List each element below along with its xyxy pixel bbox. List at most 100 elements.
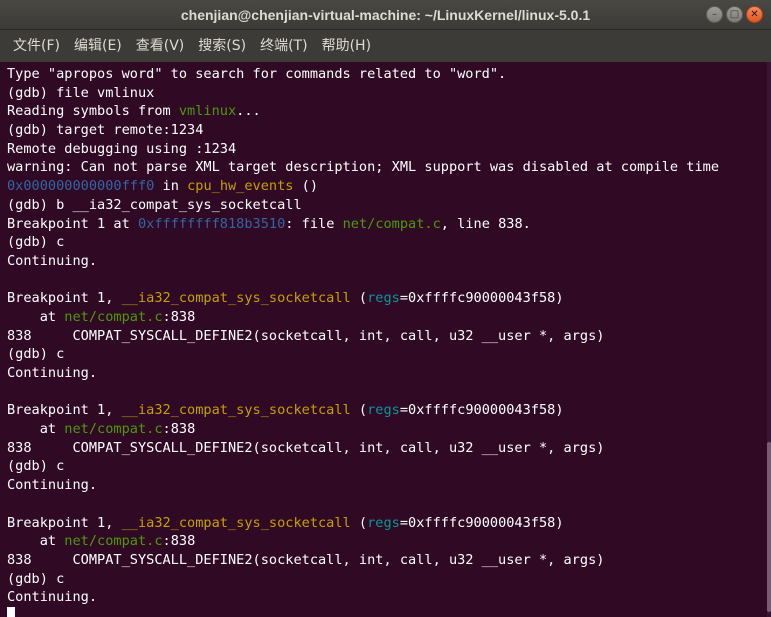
terminal-text-segment: ( [350,290,368,307]
terminal-text-segment: (gdb) b __ia32_compat_sys_socketcall [7,196,302,213]
terminal-text-segment: Remote debugging using :1234 [7,140,237,157]
terminal-line: Breakpoint 1, __ia32_compat_sys_socketca… [7,514,719,533]
terminal-text-segment: ( [350,514,368,531]
prompt-line[interactable] [7,606,719,617]
menu-edit[interactable]: 编辑(E) [67,30,129,62]
menu-bar: 文件(F) 编辑(E) 查看(V) 搜索(S) 终端(T) 帮助(H) [0,30,771,62]
terminal-text-segment: 838 COMPAT_SYSCALL_DEFINE2(socketcall, i… [7,327,605,344]
terminal-line: at net/compat.c:838 [7,308,719,327]
terminal-text-segment: at [7,421,65,438]
terminal-line: 0x000000000000fff0 in cpu_hw_events () [7,177,719,196]
terminal-text-segment: cpu_hw_events [187,178,294,195]
terminal-line: Breakpoint 1, __ia32_compat_sys_socketca… [7,289,719,308]
terminal-text-segment: __ia32_compat_sys_socketcall [121,290,351,307]
terminal-text-segment: Breakpoint 1, [7,290,122,307]
terminal-text-segment: regs [367,402,400,419]
terminal-lines: Type "apropos word" to search for comman… [7,65,719,617]
terminal-text-segment: : file [285,215,343,232]
terminal-line: 838 COMPAT_SYSCALL_DEFINE2(socketcall, i… [7,439,719,458]
terminal-line: at net/compat.c:838 [7,532,719,551]
terminal-line: Continuing. [7,252,719,271]
terminal-text-segment: regs [367,290,400,307]
terminal-line: (gdb) file vmlinux [7,84,719,103]
terminal-line: (gdb) target remote:1234 [7,121,719,140]
terminal-text-segment: at [7,533,65,550]
terminal-text-segment: =0xffffc90000043f58) [399,514,564,531]
menu-help[interactable]: 帮助(H) [315,30,378,62]
maximize-button[interactable]: □ [726,6,743,23]
close-button[interactable]: ✕ [746,6,763,23]
scrollbar-thumb[interactable] [767,442,771,612]
terminal-line: (gdb) c [7,570,719,589]
menu-terminal[interactable]: 终端(T) [253,30,314,62]
terminal-text-segment: Breakpoint 1 at [7,215,138,232]
minimize-button[interactable]: – [706,6,723,23]
window-controls: – □ ✕ [706,6,763,24]
terminal-text-segment: () [293,178,319,195]
terminal-text-segment: Breakpoint 1, [7,514,122,531]
terminal-text-segment: (gdb) target remote:1234 [7,122,204,139]
terminal-line: (gdb) c [7,345,719,364]
terminal-text-segment: 0xffffffff818b3510 [137,215,286,232]
terminal-text-segment: __ia32_compat_sys_socketcall [121,514,351,531]
terminal-text-segment: Continuing. [7,589,98,606]
terminal-text-segment: net/compat.c [64,533,163,550]
terminal-line: at net/compat.c:838 [7,420,719,439]
terminal-line: 838 COMPAT_SYSCALL_DEFINE2(socketcall, i… [7,327,719,346]
terminal-line: (gdb) c [7,233,719,252]
terminal-text-segment: Breakpoint 1, [7,402,122,419]
menu-search[interactable]: 搜索(S) [191,30,253,62]
terminal-text-segment: Type "apropos word" to search for comman… [7,66,507,82]
terminal-line: Reading symbols from vmlinux... [7,102,719,121]
terminal-text-segment: Reading symbols from [7,103,179,120]
terminal-text-segment: , line 838. [440,215,531,232]
terminal-text-segment: :838 [162,421,196,438]
terminal-text-segment: regs [367,514,400,531]
terminal-line: Continuing. [7,364,719,383]
terminal-line: (gdb) c [7,457,719,476]
terminal-text-segment: :838 [162,533,196,550]
scrollbar[interactable] [767,62,771,617]
terminal-text-segment: (gdb) c [7,346,65,363]
terminal-line: Breakpoint 1 at 0xffffffff818b3510: file… [7,215,719,234]
terminal-text-segment: Continuing. [7,365,98,381]
terminal-line: warning: Can not parse XML target descri… [7,158,719,177]
terminal-line: Breakpoint 1, __ia32_compat_sys_socketca… [7,401,719,420]
text-cursor [7,606,15,617]
terminal-text-segment: =0xffffc90000043f58) [399,290,564,307]
terminal-text-segment: (gdb) c [7,234,65,251]
title-bar[interactable]: chenjian@chenjian-virtual-machine: ~/Lin… [0,0,771,30]
terminal-line: Continuing. [7,476,719,495]
terminal-line: (gdb) b __ia32_compat_sys_socketcall [7,196,719,215]
terminal-text-segment: 838 COMPAT_SYSCALL_DEFINE2(socketcall, i… [7,439,605,456]
terminal-text-segment: Continuing. [7,252,98,269]
terminal-text-segment: :838 [162,308,196,325]
terminal-text-segment: 838 COMPAT_SYSCALL_DEFINE2(socketcall, i… [7,551,605,568]
terminal-text-segment: ( [350,402,368,419]
terminal-text-segment: 0x000000000000fff0 [7,178,155,195]
terminal-text-segment: ... [236,103,261,120]
terminal-text-segment: at [7,308,65,325]
terminal-text-segment: Continuing. [7,477,98,494]
terminal-output[interactable]: Type "apropos word" to search for comman… [0,62,771,617]
terminal-text-segment: __ia32_compat_sys_socketcall [121,402,351,419]
terminal-window: chenjian@chenjian-virtual-machine: ~/Lin… [0,0,771,617]
terminal-text-segment: net/compat.c [64,308,163,325]
terminal-line: Continuing. [7,588,719,607]
terminal-text-segment: (gdb) file vmlinux [7,84,155,101]
terminal-text-segment: (gdb) c [7,458,65,475]
menu-file[interactable]: 文件(F) [6,30,67,62]
terminal-text-segment: (gdb) c [7,570,65,587]
terminal-text-segment: in [154,178,188,195]
menu-view[interactable]: 查看(V) [129,30,192,62]
terminal-text-segment: warning: Can not parse XML target descri… [7,159,720,176]
terminal-line: Type "apropos word" to search for comman… [7,65,719,84]
terminal-text-segment: =0xffffc90000043f58) [399,402,564,419]
terminal-line: Remote debugging using :1234 [7,140,719,159]
window-title: chenjian@chenjian-virtual-machine: ~/Lin… [180,7,591,23]
terminal-text-segment: net/compat.c [342,215,441,232]
terminal-line: 838 COMPAT_SYSCALL_DEFINE2(socketcall, i… [7,551,719,570]
